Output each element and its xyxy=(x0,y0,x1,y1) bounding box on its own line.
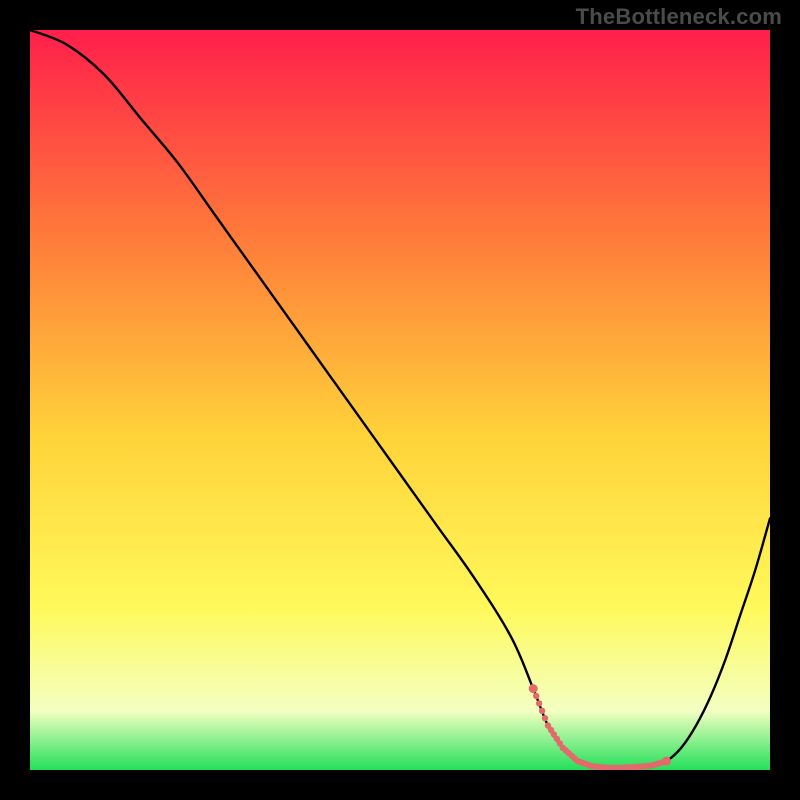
watermark-text: TheBottleneck.com xyxy=(576,4,782,30)
accent-dot-end xyxy=(662,757,671,766)
accent-dot xyxy=(542,715,548,721)
accent-dot xyxy=(536,700,542,706)
accent-dot xyxy=(539,708,545,714)
accent-dot xyxy=(533,693,539,699)
chart-stage: TheBottleneck.com xyxy=(0,0,800,800)
accent-dot-end xyxy=(529,684,538,693)
gradient-background xyxy=(30,30,770,770)
bottleneck-chart xyxy=(30,30,770,770)
